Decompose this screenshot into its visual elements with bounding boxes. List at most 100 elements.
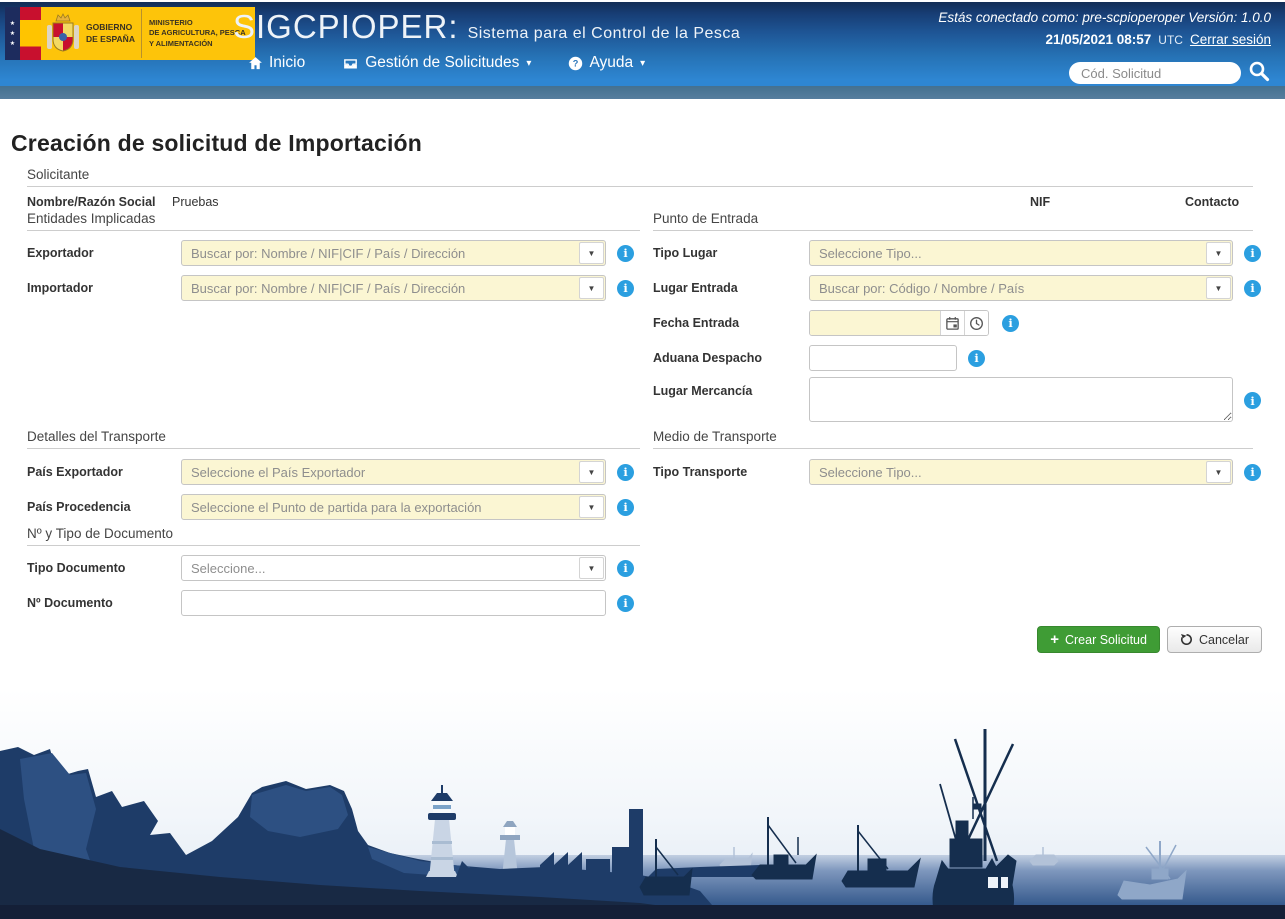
section-documento: Nº y Tipo de Documento [27, 526, 640, 546]
star-icon: ★ [9, 21, 16, 27]
info-icon[interactable]: i [617, 498, 634, 516]
field-tipo-documento: Tipo Documento Seleccione... ▼ i [27, 555, 634, 581]
logo-divider [140, 9, 142, 58]
lugar-entrada-select[interactable]: Buscar por: Código / Nombre / País ▼ [809, 275, 1233, 301]
star-icon: ★ [9, 31, 16, 37]
info-icon[interactable]: i [1244, 279, 1261, 297]
search-input[interactable] [1069, 62, 1241, 84]
gobierno-text: GOBIERNO DE ESPAÑA [86, 22, 135, 44]
info-icon[interactable]: i [617, 559, 634, 577]
plus-icon: + [1050, 631, 1059, 648]
info-icon[interactable]: i [617, 279, 634, 297]
section-entidades: Entidades Implicadas [27, 211, 640, 231]
button-label: Cancelar [1198, 632, 1249, 647]
tipo-documento-select[interactable]: Seleccione... ▼ [181, 555, 606, 581]
chevron-down-icon[interactable]: ▼ [579, 242, 604, 264]
chevron-down-icon[interactable]: ▼ [1206, 277, 1231, 299]
pais-exportador-select[interactable]: Seleccione el País Exportador ▼ [181, 459, 606, 485]
pais-procedencia-select[interactable]: Seleccione el Punto de partida para la e… [181, 494, 606, 520]
timezone-label: UTC [1158, 33, 1183, 47]
app-window: ★ ★ ★ GOBIERNO DE ESPAÑA MINISTERIO DE A… [0, 0, 1285, 919]
nombre-label: Nombre/Razón Social [27, 195, 156, 209]
harbor-illustration [0, 689, 1285, 919]
search-button[interactable] [1246, 59, 1272, 85]
chevron-down-icon[interactable]: ▼ [579, 496, 604, 518]
nif-label: NIF [1030, 195, 1051, 209]
field-fecha-entrada: Fecha Entrada i [653, 310, 1019, 336]
info-icon[interactable]: i [968, 349, 985, 367]
spain-flag [20, 7, 41, 60]
field-pais-exportador: País Exportador Seleccione el País Expor… [27, 459, 634, 485]
info-icon[interactable]: i [1244, 244, 1261, 262]
section-punto-entrada: Punto de Entrada [653, 211, 1253, 231]
section-detalles-transporte: Detalles del Transporte [27, 429, 640, 449]
search-icon [1249, 61, 1270, 82]
current-datetime: 21/05/2021 08:57 [1045, 32, 1152, 47]
flag-stars-strip: ★ ★ ★ [5, 7, 20, 60]
info-icon[interactable]: i [1244, 463, 1261, 481]
exportador-select[interactable]: Buscar por: Nombre / NIF|CIF / País / Di… [181, 240, 606, 266]
nombre-value: Pruebas [172, 195, 219, 209]
app-title: SIGCPIOPER: Sistema para el Control de l… [233, 8, 741, 45]
importador-select[interactable]: Buscar por: Nombre / NIF|CIF / País / Di… [181, 275, 606, 301]
logout-link[interactable]: Cerrar sesión [1190, 32, 1271, 47]
lugar-mercancia-textarea[interactable] [809, 377, 1233, 422]
help-icon: ? [569, 56, 583, 70]
page-title: Creación de solicitud de Importación [11, 130, 423, 156]
field-tipo-lugar: Tipo Lugar Seleccione Tipo... ▼ i [653, 240, 1261, 266]
home-icon [249, 56, 262, 69]
header: ★ ★ ★ GOBIERNO DE ESPAÑA MINISTERIO DE A… [0, 2, 1285, 99]
info-icon[interactable]: i [617, 594, 634, 612]
refresh-icon [1180, 633, 1192, 645]
aduana-despacho-input[interactable] [809, 345, 957, 371]
svg-text:?: ? [573, 58, 579, 68]
info-icon[interactable]: i [617, 244, 634, 262]
crear-solicitud-button[interactable]: + Crear Solicitud [1037, 626, 1160, 653]
section-solicitante: Solicitante [27, 167, 1253, 187]
ministerio-text: MINISTERIO DE AGRICULTURA, PESCA Y ALIME… [148, 18, 246, 48]
calendar-icon [946, 316, 959, 330]
chevron-down-icon: ▾ [526, 57, 532, 69]
field-importador: Importador Buscar por: Nombre / NIF|CIF … [27, 275, 634, 301]
cancelar-button[interactable]: Cancelar [1166, 626, 1262, 653]
info-icon[interactable]: i [1244, 392, 1261, 409]
logo-plate: GOBIERNO DE ESPAÑA MINISTERIO DE AGRICUL… [41, 7, 255, 60]
calendar-button[interactable] [940, 311, 964, 335]
government-logo[interactable]: ★ ★ ★ GOBIERNO DE ESPAÑA MINISTERIO DE A… [5, 7, 255, 60]
tipo-transporte-select[interactable]: Seleccione Tipo... ▼ [809, 459, 1233, 485]
fecha-entrada-input[interactable] [810, 311, 940, 335]
clock-button[interactable] [964, 311, 988, 335]
nav-ayuda[interactable]: ? Ayuda ▾ [567, 54, 645, 72]
star-icon: ★ [9, 41, 16, 47]
field-pais-procedencia: País Procedencia Seleccione el Punto de … [27, 494, 634, 520]
clock-icon [970, 316, 983, 330]
chevron-down-icon[interactable]: ▼ [1206, 461, 1231, 483]
chevron-down-icon[interactable]: ▼ [579, 557, 604, 579]
field-exportador: Exportador Buscar por: Nombre / NIF|CIF … [27, 240, 634, 266]
field-lugar-entrada: Lugar Entrada Buscar por: Código / Nombr… [653, 275, 1261, 301]
field-lugar-mercancia: Lugar Mercancía i [653, 377, 1261, 422]
section-medio-transporte: Medio de Transporte [653, 429, 1253, 449]
chevron-down-icon[interactable]: ▼ [579, 277, 604, 299]
coat-of-arms-icon [47, 12, 79, 52]
info-icon[interactable]: i [1002, 314, 1019, 332]
chevron-down-icon: ▾ [640, 57, 646, 69]
nav-gestion-solicitudes[interactable]: Gestión de Solicitudes ▾ [341, 54, 531, 72]
info-icon[interactable]: i [617, 463, 634, 481]
field-tipo-transporte: Tipo Transporte Seleccione Tipo... ▼ i [653, 459, 1261, 485]
chevron-down-icon[interactable]: ▼ [579, 461, 604, 483]
inbox-icon [344, 58, 358, 68]
search-box [1069, 62, 1241, 84]
chevron-down-icon[interactable]: ▼ [1206, 242, 1231, 264]
nav-inicio[interactable]: Inicio [247, 54, 305, 72]
contacto-label: Contacto [1185, 195, 1240, 209]
fecha-entrada-group [809, 310, 989, 336]
main-nav: Inicio Gestión de Solicitudes ▾ ? Ayuda … [247, 54, 645, 72]
row-solicitante: Nombre/Razón Social Pruebas NIF Contacto [27, 193, 1253, 211]
button-label: Crear Solicitud [1064, 632, 1147, 647]
tipo-lugar-select[interactable]: Seleccione Tipo... ▼ [809, 240, 1233, 266]
field-aduana-despacho: Aduana Despacho i [653, 345, 985, 371]
datetime-bar: 21/05/2021 08:57 UTC Cerrar sesión [1045, 32, 1271, 47]
field-num-documento: Nº Documento i [27, 590, 634, 616]
num-documento-input[interactable] [181, 590, 606, 616]
